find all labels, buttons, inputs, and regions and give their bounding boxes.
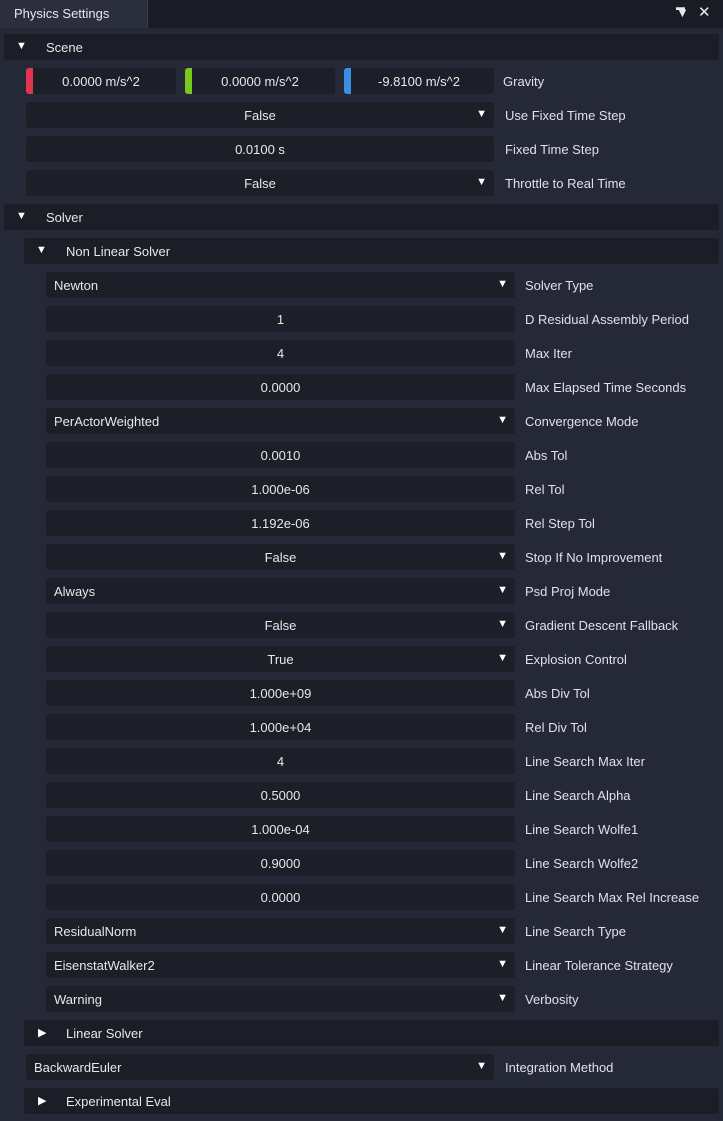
gradient-descent-fallback-label: Gradient Descent Fallback (525, 618, 679, 633)
verbosity-dropdown[interactable]: Warning ▼ (46, 986, 515, 1012)
fixed-time-step-label: Fixed Time Step (505, 142, 599, 157)
solver-type-label: Solver Type (525, 278, 594, 293)
rel-step-tol-label: Rel Step Tol (525, 516, 595, 531)
abs-tol-label: Abs Tol (525, 448, 568, 463)
psd-proj-mode-dropdown[interactable]: Always ▼ (46, 578, 515, 604)
line-search-alpha-field[interactable]: 0.5000 (46, 782, 515, 808)
gravity-y-field[interactable]: 0.0000 m/s^2 (185, 68, 335, 94)
section-title: Linear Solver (66, 1026, 143, 1041)
section-header-linear-solver[interactable]: ▶ Linear Solver (24, 1020, 719, 1046)
window-titlebar: Physics Settings ▼ ▬ ✕ (0, 0, 723, 28)
line-search-max-iter-field[interactable]: 4 (46, 748, 515, 774)
linear-tolerance-strategy-dropdown[interactable]: EisenstatWalker2 ▼ (46, 952, 515, 978)
d-residual-assembly-period-field[interactable]: 1 (46, 306, 515, 332)
gravity-z-field[interactable]: -9.8100 m/s^2 (344, 68, 494, 94)
integration-method-dropdown[interactable]: BackwardEuler ▼ (26, 1054, 494, 1080)
dropdown-arrow-icon: ▼ (497, 992, 508, 1004)
dropdown-arrow-icon: ▼ (497, 618, 508, 630)
dropdown-arrow-icon: ▼ (497, 414, 508, 426)
max-iter-label: Max Iter (525, 346, 572, 361)
explosion-control-label: Explosion Control (525, 652, 627, 667)
line-search-alpha-label: Line Search Alpha (525, 788, 631, 803)
verbosity-label: Verbosity (525, 992, 579, 1007)
window-menu-bar-icon: ▬ (676, 2, 685, 12)
gradient-descent-fallback-dropdown[interactable]: False ▼ (46, 612, 515, 638)
convergence-mode-dropdown[interactable]: PerActorWeighted ▼ (46, 408, 515, 434)
dropdown-arrow-icon: ▼ (476, 1060, 487, 1072)
expand-triangle-icon: ▶ (38, 1095, 47, 1107)
dropdown-arrow-icon: ▼ (476, 176, 487, 188)
rel-tol-field[interactable]: 1.000e-06 (46, 476, 515, 502)
max-elapsed-time-seconds-field[interactable]: 0.0000 (46, 374, 515, 400)
dropdown-arrow-icon: ▼ (497, 584, 508, 596)
line-search-wolfe2-field[interactable]: 0.9000 (46, 850, 515, 876)
dropdown-arrow-icon: ▼ (476, 108, 487, 120)
rel-div-tol-label: Rel Div Tol (525, 720, 587, 735)
close-icon[interactable]: ✕ (698, 3, 711, 21)
psd-proj-mode-label: Psd Proj Mode (525, 584, 611, 599)
section-header-scene[interactable]: ▼ Scene (4, 34, 719, 60)
dropdown-arrow-icon: ▼ (497, 924, 508, 936)
stop-if-no-improvement-label: Stop If No Improvement (525, 550, 663, 565)
section-title: Non Linear Solver (66, 244, 171, 259)
section-header-non-linear-solver[interactable]: ▼ Non Linear Solver (24, 238, 719, 264)
line-search-type-dropdown[interactable]: ResidualNorm ▼ (46, 918, 515, 944)
line-search-wolfe1-field[interactable]: 1.000e-04 (46, 816, 515, 842)
explosion-control-dropdown[interactable]: True ▼ (46, 646, 515, 672)
line-search-max-iter-label: Line Search Max Iter (525, 754, 645, 769)
dropdown-arrow-icon: ▼ (497, 652, 508, 664)
max-elapsed-time-seconds-label: Max Elapsed Time Seconds (525, 380, 687, 395)
rel-step-tol-field[interactable]: 1.192e-06 (46, 510, 515, 536)
integration-method-label: Integration Method (505, 1060, 614, 1075)
max-iter-field[interactable]: 4 (46, 340, 515, 366)
line-search-wolfe2-label: Line Search Wolfe2 (525, 856, 639, 871)
collapse-triangle-icon: ▼ (16, 40, 27, 52)
dropdown-arrow-icon: ▼ (497, 278, 508, 290)
gravity-x-field[interactable]: 0.0000 m/s^2 (26, 68, 176, 94)
dropdown-arrow-icon: ▼ (497, 958, 508, 970)
collapse-triangle-icon: ▼ (36, 244, 47, 256)
section-title: Experimental Eval (66, 1094, 171, 1109)
abs-div-tol-label: Abs Div Tol (525, 686, 590, 701)
fixed-time-step-field[interactable]: 0.0100 s (26, 136, 494, 162)
rel-div-tol-field[interactable]: 1.000e+04 (46, 714, 515, 740)
collapse-triangle-icon: ▼ (16, 210, 27, 222)
line-search-type-label: Line Search Type (525, 924, 626, 939)
dropdown-arrow-icon: ▼ (497, 550, 508, 562)
section-header-experimental-eval[interactable]: ▶ Experimental Eval (24, 1088, 719, 1114)
use-fixed-time-step-dropdown[interactable]: False ▼ (26, 102, 494, 128)
gravity-label: Gravity (503, 74, 545, 89)
line-search-wolfe1-label: Line Search Wolfe1 (525, 822, 639, 837)
section-title: Solver (46, 210, 83, 225)
section-title: Scene (46, 40, 83, 55)
abs-div-tol-field[interactable]: 1.000e+09 (46, 680, 515, 706)
throttle-label: Throttle to Real Time (505, 176, 626, 191)
line-search-max-rel-increase-label: Line Search Max Rel Increase (525, 890, 700, 905)
d-residual-assembly-period-label: D Residual Assembly Period (525, 312, 690, 327)
linear-tolerance-strategy-label: Linear Tolerance Strategy (525, 958, 673, 973)
line-search-max-rel-increase-field[interactable]: 0.0000 (46, 884, 515, 910)
window-title: Physics Settings (14, 6, 110, 21)
abs-tol-field[interactable]: 0.0010 (46, 442, 515, 468)
convergence-mode-label: Convergence Mode (525, 414, 639, 429)
rel-tol-label: Rel Tol (525, 482, 565, 497)
window-title-tab[interactable]: Physics Settings (0, 0, 148, 28)
use-fixed-time-step-label: Use Fixed Time Step (505, 108, 626, 123)
section-header-solver[interactable]: ▼ Solver (4, 204, 719, 230)
throttle-dropdown[interactable]: False ▼ (26, 170, 494, 196)
solver-type-dropdown[interactable]: Newton ▼ (46, 272, 515, 298)
stop-if-no-improvement-dropdown[interactable]: False ▼ (46, 544, 515, 570)
expand-triangle-icon: ▶ (38, 1027, 47, 1039)
